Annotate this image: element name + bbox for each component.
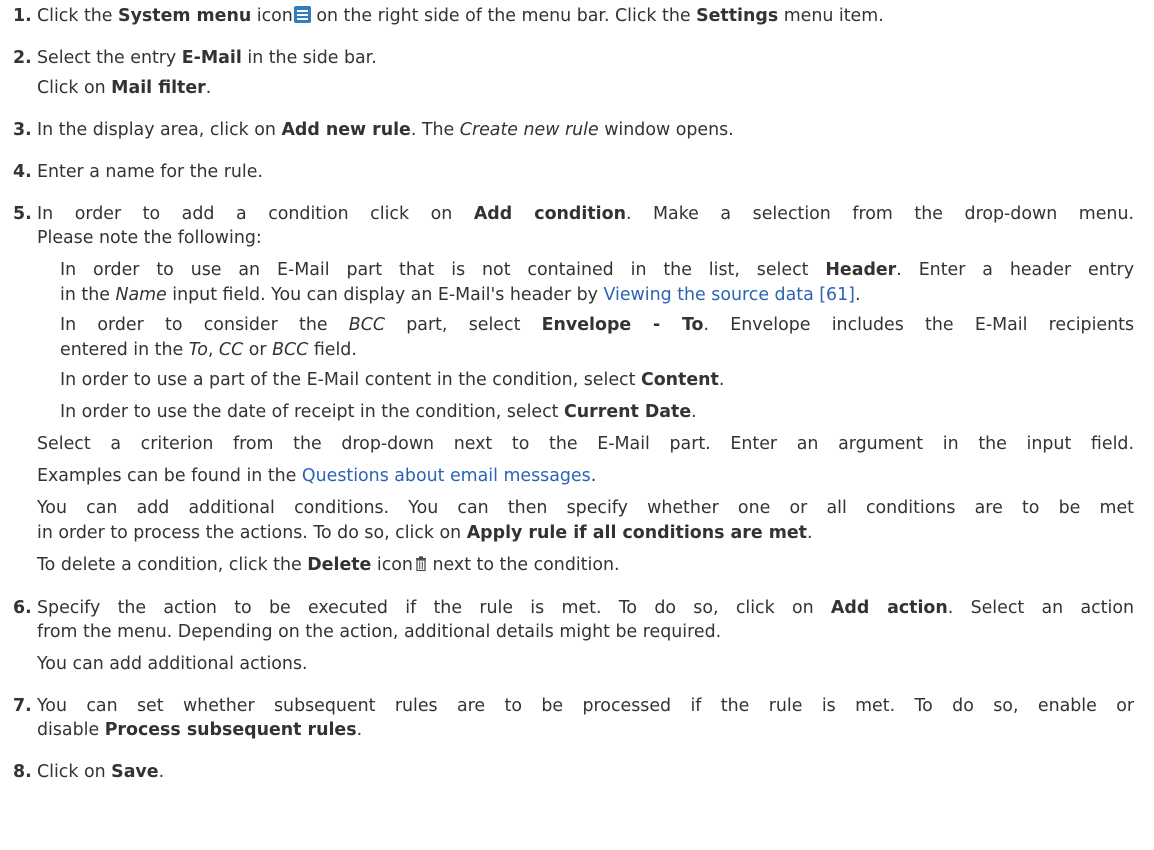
note-envelope-cont: entered in the To, CC or BCC field. — [60, 340, 357, 360]
step-text: You can set whether subsequent rules are… — [37, 696, 1134, 716]
step-number: 5. — [13, 204, 32, 224]
step-text: In the display area, click on Add new ru… — [37, 120, 734, 140]
step-text: Enter a name for the rule. — [37, 162, 263, 182]
step-number: 6. — [13, 598, 32, 618]
hamburger-menu-icon — [293, 6, 311, 23]
step-text: To delete a condition, click the Delete … — [37, 555, 620, 575]
step-text: You can add additional conditions. You c… — [37, 498, 1134, 518]
link-viewing-source-data[interactable]: Viewing the source data [61] — [604, 285, 855, 305]
step-number: 3. — [13, 120, 32, 140]
step-text: Click on Save. — [37, 762, 165, 782]
step-text: Specify the action to be executed if the… — [37, 598, 1134, 618]
step-text: Click the System menu icon on the right … — [37, 6, 884, 26]
step-text: from the menu. Depending on the action, … — [37, 622, 722, 642]
link-questions-email[interactable]: Questions about email messages — [302, 466, 591, 486]
step-text: Please note the following: — [37, 228, 262, 248]
trash-icon — [415, 556, 426, 571]
note-envelope: In order to consider the BCC part, selec… — [60, 315, 1134, 335]
step-text: You can add additional actions. — [37, 654, 308, 674]
step-number: 7. — [13, 696, 32, 716]
step-number: 1. — [13, 6, 32, 26]
note-content: In order to use a part of the E-Mail con… — [60, 370, 725, 390]
step-number: 4. — [13, 162, 32, 182]
step-number: 8. — [13, 762, 32, 782]
note-header-cont: in the Name input field. You can display… — [60, 285, 861, 305]
step-text: Select the entry E-Mail in the side bar. — [37, 48, 377, 68]
step-text: Select a criterion from the drop-down ne… — [37, 434, 1134, 454]
step-text: Examples can be found in the Questions a… — [37, 466, 597, 486]
note-header: In order to use an E-Mail part that is n… — [60, 260, 1134, 280]
step-text: In order to add a condition click on Add… — [37, 204, 1134, 224]
note-current-date: In order to use the date of receipt in t… — [60, 402, 697, 422]
step-number: 2. — [13, 48, 32, 68]
step-text: disable Process subsequent rules. — [37, 720, 363, 740]
step-text: in order to process the actions. To do s… — [37, 523, 813, 543]
step-text: Click on Mail filter. — [37, 78, 212, 98]
instructions-page: 1. Click the System menu icon on the rig… — [0, 0, 1154, 850]
